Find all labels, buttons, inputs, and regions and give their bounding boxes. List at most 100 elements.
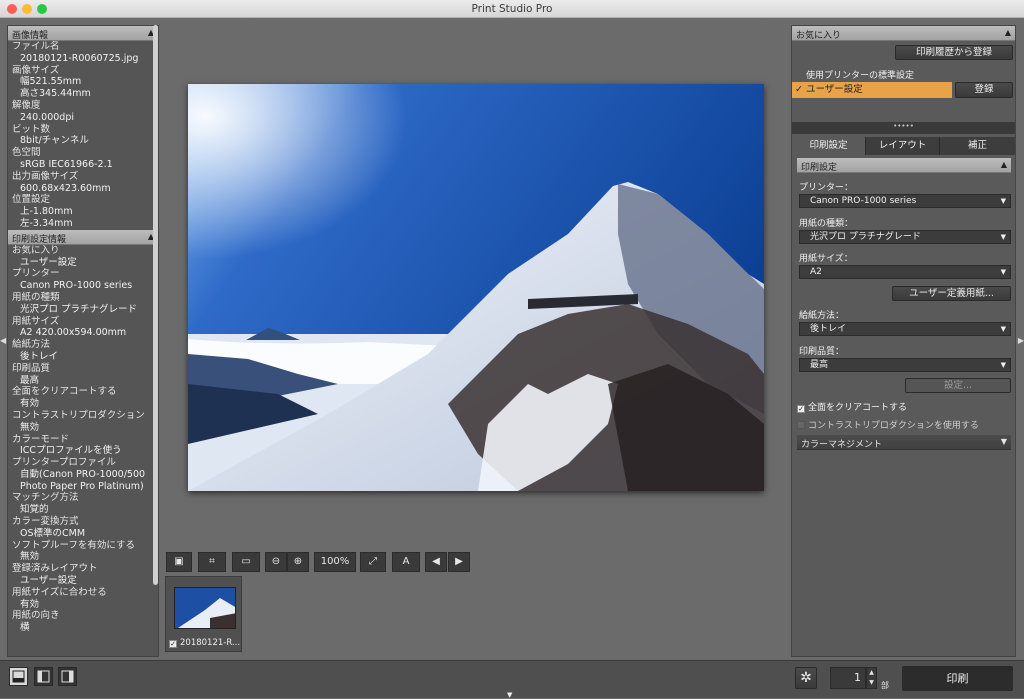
info-label: マッチング方法 [12,492,79,504]
previous-page-button[interactable]: ◀ [425,552,447,572]
page-select-button[interactable]: ▣ [166,552,192,572]
left-panel-toggle-icon[interactable]: ◀ [0,336,6,345]
info-label: 出力画像サイズ [12,170,79,182]
info-value: 8bit/チャンネル [20,135,89,147]
check-icon: ✓ [795,84,803,95]
zoom-select[interactable]: 100% [314,552,356,572]
register-button[interactable]: 登録 [955,82,1013,98]
info-label: 色空間 [12,147,41,159]
panel-splitter[interactable]: ••••• [792,122,1015,134]
print-quality-select[interactable]: 最高 ▼ [799,358,1011,372]
contrast-reproduction-option[interactable]: コントラストリプロダクションを使用する [797,418,979,431]
fit-icon: ⤢ [369,556,377,567]
tab-correction[interactable]: 補正 [940,137,1015,155]
register-from-history-button[interactable]: 印刷履歴から登録 [895,45,1013,60]
info-value: ユーザー設定 [20,256,77,268]
info-label: 登録済みレイアウト [12,563,98,575]
view-mode-button[interactable]: ▭ [232,552,260,572]
custom-paper-size-button[interactable]: ユーザー定義用紙... [892,286,1011,301]
info-value: 無効 [20,421,40,433]
layout-right-panel-button[interactable] [58,667,77,686]
info-value: 有効 [20,598,40,610]
tab-print-settings[interactable]: 印刷設定 [792,137,866,155]
dropdown-arrow-icon: ▼ [1000,197,1006,205]
print-button[interactable]: 印刷 [902,666,1013,691]
stepper-down-icon[interactable]: ▼ [867,678,876,688]
preview-image[interactable] [188,84,764,491]
printer-label: プリンター： [799,183,854,193]
contrast-checkbox[interactable] [797,421,805,429]
info-label: 印刷品質 [12,362,51,374]
zoom-out-icon: ⊖ [271,556,281,567]
info-value: 600.68x423.60mm [20,182,111,194]
zoom-in-button[interactable]: ⊕ [287,552,309,572]
tab-layout[interactable]: レイアウト [866,137,940,155]
preferences-button[interactable]: ✲ [795,667,817,689]
info-label: 位置設定 [12,194,51,206]
info-label: 解像度 [12,99,41,111]
layout-single-button[interactable] [9,667,28,686]
thumbnail-caption: 20180121-R... [180,638,241,648]
quality-settings-button[interactable]: 設定... [905,378,1011,393]
info-value: 知覚的 [20,504,49,516]
info-value: 光沢プロ プラチナグレード [20,303,138,315]
dropdown-arrow-icon: ▼ [1000,361,1006,369]
printer-select[interactable]: Canon PRO-1000 series ▼ [799,194,1011,208]
layout-left-panel-button[interactable] [34,667,53,686]
favorites-header[interactable]: お気に入り ▲ [792,26,1015,41]
info-label: 用紙の種類 [12,291,60,303]
gear-icon: ✲ [800,670,812,686]
info-label: カラーモード [12,433,70,445]
next-page-button[interactable]: ▶ [448,552,470,572]
crop-button[interactable]: ⌗ [198,552,226,572]
info-value: 左-3.34mm [20,217,73,229]
info-value: 幅521.55mm [20,76,82,88]
clear-coat-checkbox[interactable]: ✓ [797,405,805,413]
settings-tabs: 印刷設定 レイアウト 補正 [792,137,1015,155]
copies-input[interactable]: 1 [830,667,866,689]
thumbnail-item[interactable]: ✓ 20180121-R... [165,576,242,652]
info-panel-scrollbar[interactable] [153,25,158,585]
info-value: 最高 [20,374,40,386]
print-settings-header[interactable]: 印刷設定 ▲ [797,158,1011,173]
info-label: 画像サイズ [12,64,60,76]
paper-size-select[interactable]: A2 ▼ [799,265,1011,279]
copies-stepper[interactable]: ▲ ▼ [866,667,877,689]
text-options-button[interactable]: A [392,552,420,572]
thumbnail-image [174,587,236,629]
print-info-header[interactable]: 印刷設定情報 ▲ [8,229,158,245]
stepper-up-icon[interactable]: ▲ [867,668,876,678]
info-label: ファイル名 [12,41,60,52]
info-value: 後トレイ [20,350,59,362]
info-label: カラー変換方式 [12,516,79,528]
dropdown-arrow-icon: ▼ [1000,268,1006,276]
info-label: お気に入り [12,244,60,256]
text-icon: A [402,556,410,567]
zoom-out-button[interactable]: ⊖ [265,552,287,572]
color-management-header[interactable]: カラーマネジメント ▼ [797,435,1011,450]
layout-bottom-icon [12,670,25,683]
image-info-header[interactable]: 画像情報 ▲ [8,26,158,41]
pages-icon: ▣ [174,556,184,567]
info-value: 横 [20,622,30,634]
fit-view-button[interactable]: ⤢ [360,552,386,572]
media-type-label: 用紙の種類： [799,219,854,229]
right-panel-toggle-icon[interactable]: ▶ [1018,336,1024,345]
info-value: 240.000dpi [20,111,74,123]
info-value: 無効 [20,551,40,563]
info-value: 高さ345.44mm [20,88,91,100]
media-type-select[interactable]: 光沢プロ プラチナグレード ▼ [799,230,1011,244]
info-panel[interactable]: 画像情報 ▲ ファイル名 20180121-R0060725.jpg 画像サイズ 幅52… [7,25,159,657]
paper-source-label: 給紙方法： [799,311,845,321]
layout-right-icon [61,670,74,683]
favorite-user-setting[interactable]: ✓ ユーザー設定 [792,82,952,98]
info-value: 有効 [20,398,40,410]
clear-coat-option[interactable]: ✓ 全面をクリアコートする [797,400,907,413]
paper-source-select[interactable]: 後トレイ ▼ [799,322,1011,336]
info-value: sRGB IEC61966-2.1 [20,158,113,170]
layout-left-icon [37,670,50,683]
title-bar: Print Studio Pro [0,0,1024,18]
info-label: コントラストリプロダクション [12,409,145,421]
thumbnail-checkbox[interactable]: ✓ [169,640,177,648]
paper-size-label: 用紙サイズ： [799,254,853,264]
